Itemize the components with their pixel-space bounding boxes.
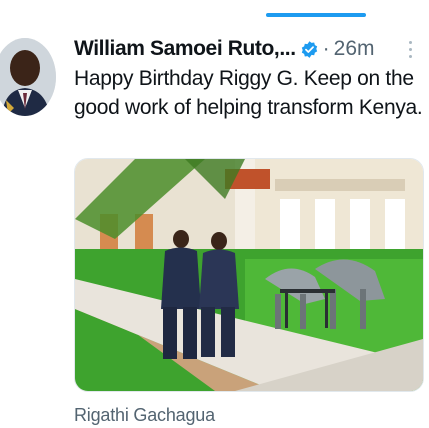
photo: [75, 159, 423, 391]
active-tab-indicator: [266, 13, 366, 17]
tweet-header: William Samoei Ruto,... · 26m: [74, 34, 429, 64]
verified-badge-icon: [300, 40, 319, 59]
tagged-user[interactable]: Rigathi Gachagua: [74, 405, 215, 426]
tweet-text: Happy Birthday Riggy G. Keep on the good…: [74, 67, 423, 119]
avatar[interactable]: [0, 38, 56, 116]
tweet-separator: ·: [322, 37, 330, 60]
tweet-time[interactable]: 26m: [334, 37, 375, 61]
display-name[interactable]: William Samoei Ruto,...: [74, 37, 296, 61]
tweet[interactable]: William Samoei Ruto,... · 26m Happy Birt…: [74, 34, 429, 122]
tweet-media-photo[interactable]: [74, 158, 424, 392]
vertical-ellipsis-icon[interactable]: [409, 41, 413, 62]
profile-photo: [0, 38, 56, 116]
